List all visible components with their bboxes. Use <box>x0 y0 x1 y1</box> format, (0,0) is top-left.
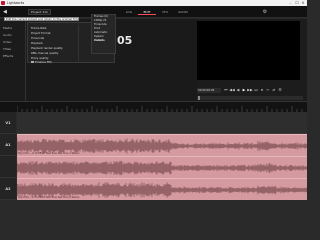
workspace-tabs: LOG EDIT VFX AUDIO <box>120 9 192 15</box>
settings-divider <box>78 25 79 61</box>
waveform-path <box>17 160 307 176</box>
viewer-scrub-bar[interactable] <box>197 96 303 100</box>
settings-dropdown-column: Frames (0) 1080p 25 Timecode 8 bit Autom… <box>91 14 116 54</box>
setting-label: Playback <box>31 41 43 45</box>
setting-label: Frame Rate <box>31 26 47 30</box>
track-label-a1[interactable]: A1 <box>0 134 16 156</box>
timeline-ruler[interactable] <box>0 101 307 113</box>
track-label-a2[interactable]: A2 <box>0 178 16 200</box>
left-panel-item-titles[interactable]: Titles <box>0 46 25 53</box>
waveform-a1-lower <box>17 160 307 176</box>
track-lane-v1[interactable] <box>17 112 307 134</box>
app-logo-icon <box>1 1 5 5</box>
audio-clip-a1[interactable]: Clip 0:00 ~ 0:13 Effect Test Tone Test T… <box>17 134 307 156</box>
tab-log[interactable]: LOG <box>120 9 138 15</box>
menu-icon[interactable]: ☰ <box>277 88 283 93</box>
audio-clip-a1-lower[interactable] <box>17 156 307 178</box>
setting-label: Playback render quality <box>31 46 63 50</box>
project-icon[interactable]: ◀ <box>3 9 7 15</box>
setting-label: RBG channel quality <box>31 51 59 55</box>
gear-icon[interactable]: ⚙ <box>262 9 268 15</box>
track-label-v1[interactable]: V1 <box>0 112 16 134</box>
audio-clip-a2[interactable]: Clip 0:00 ~ 0:13 Effect Test Tone Test T… <box>17 178 307 200</box>
track-label-a2-spacer <box>0 156 16 178</box>
timeline-fps-checkbox[interactable] <box>31 60 34 64</box>
timeline-fps-label: Timeline FPS <box>34 60 52 64</box>
scrub-handle[interactable] <box>198 96 200 100</box>
window-title: Lightworks <box>7 1 25 5</box>
tab-edit[interactable]: EDIT <box>138 9 156 15</box>
clip-label: Clip 0:00 ~ 0:13 Effect Test Tone Test T… <box>18 152 80 155</box>
setting-label: Project Format <box>31 31 51 35</box>
record-viewer: 00:00:00:05 ⏮ ◀◀ ◀ ▶ ▶▶ ⏭ ⏺ ✂ ⇄ ☰ <box>197 19 307 101</box>
large-timecode-display: 05 <box>117 34 133 47</box>
tab-audio[interactable]: AUDIO <box>174 9 192 15</box>
project-name-field[interactable]: Project 111 <box>28 9 51 15</box>
left-panel-item-media[interactable]: Media <box>0 25 25 32</box>
left-panel-item-video[interactable]: Video <box>0 39 25 46</box>
setting-label: Timecode <box>31 36 45 40</box>
tab-vfx[interactable]: VFX <box>156 9 174 15</box>
viewer-screen[interactable] <box>197 21 300 80</box>
left-panel: Media Audio Video Titles Effects <box>0 19 26 101</box>
transport-controls: ⏮ ◀◀ ◀ ▶ ▶▶ ⏭ ⏺ ✂ ⇄ ☰ <box>223 88 283 93</box>
clip-label: Clip 0:00 ~ 0:13 Effect Test Tone Test T… <box>18 196 80 199</box>
tooltip: Edit the current project and return to t… <box>4 17 79 21</box>
viewer-timecode[interactable]: 00:00:00:05 <box>197 88 221 93</box>
dropdown-disable[interactable]: Disable <box>92 39 115 43</box>
left-panel-item-audio[interactable]: Audio <box>0 32 25 39</box>
timeline-fps-checkbox-row[interactable]: Timeline FPS <box>31 60 52 64</box>
left-panel-item-effects[interactable]: Effects <box>0 53 25 60</box>
timeline-tracks: V1 A1 Clip 0:00 ~ 0:13 Effect Test Tone … <box>0 112 307 200</box>
